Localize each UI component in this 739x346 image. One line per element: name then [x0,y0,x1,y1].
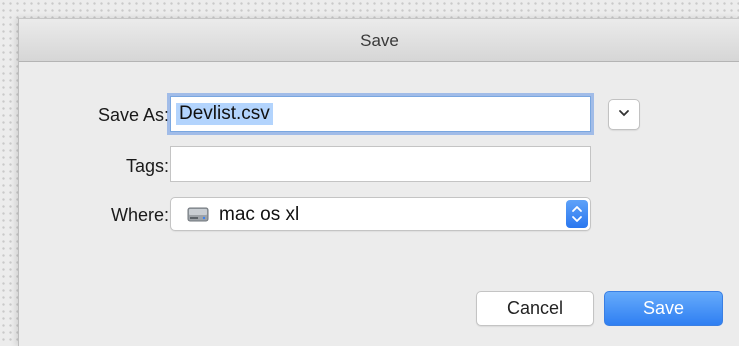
dialog-title: Save [360,31,399,50]
cancel-button[interactable]: Cancel [476,291,594,326]
expand-dialog-button[interactable] [608,99,640,130]
save-dialog: Save Save As: Devlist.csv Tags: Where: m… [18,18,739,346]
tags-field[interactable] [170,146,591,182]
where-label: Where: [110,205,169,225]
where-popup[interactable]: mac os xl [170,197,591,231]
save-as-label: Save As: [97,105,169,125]
save-as-field[interactable]: Devlist.csv [170,96,591,132]
where-value: mac os xl [219,204,300,225]
save-as-value: Devlist.csv [176,103,273,125]
dialog-titlebar: Save [19,19,739,62]
up-down-chevron-icon [566,200,588,228]
hard-disk-icon [187,205,209,223]
save-button[interactable]: Save [604,291,723,326]
chevron-down-icon [609,105,639,121]
tags-label: Tags: [125,156,169,176]
